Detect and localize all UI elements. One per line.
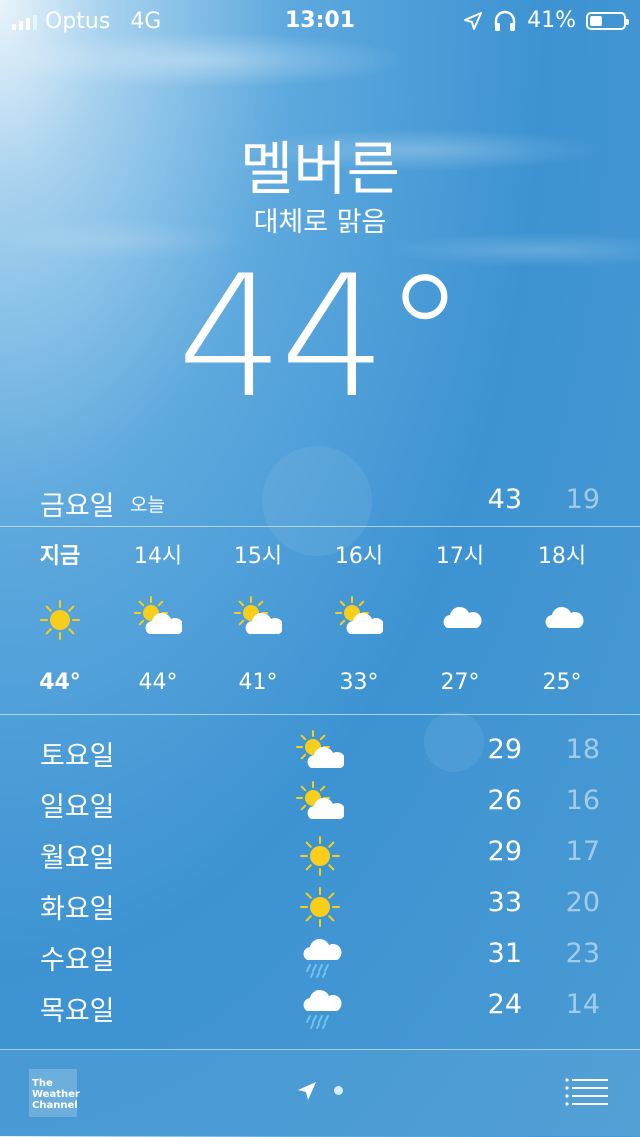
day-low: 17 <box>565 836 600 867</box>
page-indicator-dot[interactable] <box>334 1086 343 1095</box>
partly-cloudy-icon <box>335 596 385 644</box>
hour-temp: 44° <box>39 670 81 695</box>
daily-row: 토요일 29 18 <box>0 730 640 781</box>
rain-icon <box>296 985 344 1029</box>
day-high: 33 <box>487 887 522 918</box>
hour-label: 15시 <box>233 544 283 569</box>
day-name: 수요일 <box>40 945 115 976</box>
today-summary: 금요일 오늘 43 19 <box>0 480 640 524</box>
rain-icon <box>296 934 344 978</box>
battery-icon <box>586 11 629 30</box>
cloud-icon <box>436 596 484 644</box>
city-name: 멜버른 <box>239 135 401 203</box>
hour-temp: 41° <box>238 670 278 695</box>
day-low: 16 <box>565 785 600 816</box>
hour-temp: 27° <box>440 670 480 695</box>
sun-icon <box>36 596 84 644</box>
hour-temp: 33° <box>339 670 379 695</box>
day-low: 18 <box>565 734 600 765</box>
day-high: 26 <box>487 785 522 816</box>
status-bar: Optus 4G 13:01 41% <box>0 0 640 40</box>
hour-label: 16시 <box>334 544 384 569</box>
day-name: 월요일 <box>40 843 115 874</box>
today-high: 43 <box>487 484 522 515</box>
day-low: 20 <box>565 887 600 918</box>
sun-icon <box>296 832 344 876</box>
status-right: 41% <box>463 8 629 33</box>
day-high: 24 <box>487 989 522 1020</box>
day-high: 29 <box>487 836 522 867</box>
hour-label: 17시 <box>435 544 485 569</box>
hourly-forecast[interactable]: 지금 44° 14시 44° 15시 41° 16시 33° 17시 27° 1… <box>0 528 640 714</box>
partly-cloudy-icon <box>134 596 184 644</box>
daily-row: 일요일 26 16 <box>0 781 640 832</box>
bottom-toolbar: The Weather Channel <box>0 1049 640 1137</box>
today-label: 오늘 <box>130 494 165 516</box>
headphones-icon <box>494 10 516 31</box>
weather-condition: 대체로 맑음 <box>253 207 387 238</box>
partly-cloudy-icon <box>296 730 346 774</box>
hour-label: 14시 <box>133 544 183 569</box>
battery-percent: 41% <box>527 8 576 33</box>
day-name: 토요일 <box>40 741 115 772</box>
location-arrow-icon[interactable] <box>296 1080 318 1102</box>
day-high: 29 <box>487 734 522 765</box>
hour-label: 18시 <box>537 544 587 569</box>
hour-temp: 25° <box>542 670 582 695</box>
day-low: 14 <box>565 989 600 1020</box>
day-low: 23 <box>565 938 600 969</box>
sun-icon <box>296 883 344 927</box>
daily-row: 수요일 31 23 <box>0 934 640 985</box>
day-high: 31 <box>487 938 522 969</box>
today-day: 금요일 <box>40 491 115 522</box>
day-name: 화요일 <box>40 894 115 925</box>
daily-row: 목요일 24 14 <box>0 985 640 1036</box>
hour-temp: 44° <box>138 670 178 695</box>
daily-row: 월요일 29 17 <box>0 832 640 883</box>
location-arrow-icon <box>464 11 483 30</box>
daily-row: 화요일 33 20 <box>0 883 640 934</box>
cloud-icon <box>538 596 586 644</box>
list-icon[interactable] <box>564 1077 610 1107</box>
divider <box>0 526 640 527</box>
today-low: 19 <box>565 484 600 515</box>
weather-channel-logo[interactable]: The Weather Channel <box>29 1069 80 1117</box>
hour-label: 지금 <box>39 544 81 569</box>
current-temperature: 44° <box>177 239 467 435</box>
divider <box>0 714 640 715</box>
day-name: 목요일 <box>40 996 115 1027</box>
partly-cloudy-icon <box>234 596 284 644</box>
partly-cloudy-icon <box>296 781 346 825</box>
day-name: 일요일 <box>40 792 115 823</box>
